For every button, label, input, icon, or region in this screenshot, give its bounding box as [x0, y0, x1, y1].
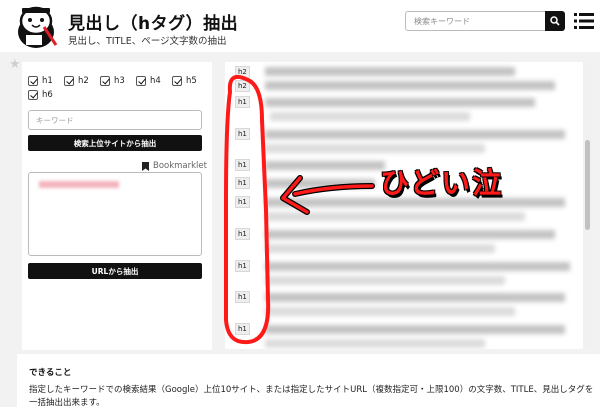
page-subtitle: 見出し、TITLE、ページ文字数の抽出: [68, 36, 227, 47]
checkbox-box[interactable]: [172, 76, 182, 86]
heading-tag: h1: [235, 228, 250, 240]
checkbox-h2[interactable]: h2: [64, 76, 89, 86]
checkbox-label: h6: [42, 90, 53, 100]
heading-tag: h2: [235, 66, 250, 78]
blurred-heading-text: [265, 98, 535, 107]
blurred-heading-text: [265, 325, 565, 334]
blurred-heading-text: [265, 307, 515, 316]
result-row: h1: [235, 228, 250, 240]
checkbox-box[interactable]: [136, 76, 146, 86]
checkbox-h4[interactable]: h4: [136, 76, 161, 86]
bookmarklet-link[interactable]: Bookmarklet: [142, 161, 207, 171]
heading-tag: h1: [235, 196, 250, 208]
checkbox-box[interactable]: [28, 90, 38, 100]
blurred-heading-text: [265, 144, 485, 153]
blurred-heading-text: [265, 230, 555, 239]
results-scrollbar-thumb[interactable]: [585, 140, 590, 230]
checkbox-label: h1: [42, 76, 53, 86]
blurred-heading-text: [265, 179, 375, 188]
extract-form-panel: h1 h2 h3 h4 h5 h6 検索上位サイトから抽出 Bookmarkle…: [22, 62, 212, 350]
blurred-heading-text: [265, 81, 555, 90]
checkbox-label: h4: [150, 76, 161, 86]
blurred-heading-text: [265, 293, 565, 302]
heading-tag: h1: [235, 260, 250, 272]
checkbox-h1[interactable]: h1: [28, 76, 53, 86]
result-row: h1: [235, 96, 250, 108]
bookmarklet-label: Bookmarklet: [153, 161, 207, 171]
heading-tag: h1: [235, 177, 250, 189]
search-extract-button[interactable]: 検索上位サイトから抽出: [28, 135, 202, 151]
page-title: 見出し（hタグ）抽出: [68, 14, 239, 34]
result-row: h2: [235, 66, 250, 78]
about-title: できること: [29, 368, 72, 378]
blurred-heading-text: [265, 262, 570, 271]
search-icon: [550, 16, 560, 26]
header: 見出し（hタグ）抽出 見出し、TITLE、ページ文字数の抽出: [0, 0, 600, 52]
bookmark-icon: [142, 161, 149, 171]
url-textarea[interactable]: [28, 172, 202, 256]
heading-tag: h2: [235, 80, 250, 92]
result-row: h1: [235, 196, 250, 208]
favorite-star-icon[interactable]: ★: [9, 57, 21, 72]
blurred-heading-text: [265, 130, 565, 139]
result-row: h1: [235, 128, 250, 140]
result-row: h1: [235, 260, 250, 272]
blurred-heading-text: [265, 67, 515, 76]
heading-tag: h1: [235, 323, 250, 335]
heading-tag: h1: [235, 159, 250, 171]
checkbox-box[interactable]: [28, 76, 38, 86]
heading-tag: h1: [235, 291, 250, 303]
checkbox-h3[interactable]: h3: [100, 76, 125, 86]
menu-icon[interactable]: [574, 11, 594, 31]
blurred-heading-text: [265, 212, 525, 221]
results-panel: h2 h2 h1 h1 h1 h1 h1 h1 h1 h1 h1: [225, 62, 592, 349]
result-row: h1: [235, 323, 250, 335]
checkbox-h6[interactable]: h6: [28, 90, 53, 100]
checkbox-label: h3: [114, 76, 125, 86]
about-section: できること 指定したキーワードでの検索結果（Google）上位10サイト、または…: [17, 354, 600, 407]
blurred-heading-text: [265, 161, 385, 170]
result-row: h1: [235, 177, 250, 189]
blurred-heading-text: [265, 276, 505, 285]
heading-tag: h1: [235, 128, 250, 140]
url-extract-button[interactable]: URLから抽出: [28, 263, 202, 279]
checkbox-h5[interactable]: h5: [172, 76, 197, 86]
checkbox-box[interactable]: [64, 76, 74, 86]
blurred-heading-text: [270, 112, 470, 121]
heading-tag: h1: [235, 96, 250, 108]
blurred-url-text: [39, 181, 119, 188]
search-button[interactable]: [545, 11, 565, 31]
annotation-text: ひどい泣: [380, 166, 504, 200]
checkbox-box[interactable]: [100, 76, 110, 86]
blurred-heading-text: [265, 339, 485, 348]
result-row: h1: [235, 159, 250, 171]
checkbox-label: h2: [78, 76, 89, 86]
keyword-input[interactable]: [28, 110, 202, 130]
about-text: 指定したキーワードでの検索結果（Google）上位10サイト、または指定したサイ…: [29, 385, 594, 407]
blurred-heading-text: [265, 244, 495, 253]
result-row: h2: [235, 80, 250, 92]
result-row: h1: [235, 291, 250, 303]
penguin-logo-icon[interactable]: [14, 5, 60, 49]
checkbox-label: h5: [186, 76, 197, 86]
search-input[interactable]: [405, 11, 545, 31]
